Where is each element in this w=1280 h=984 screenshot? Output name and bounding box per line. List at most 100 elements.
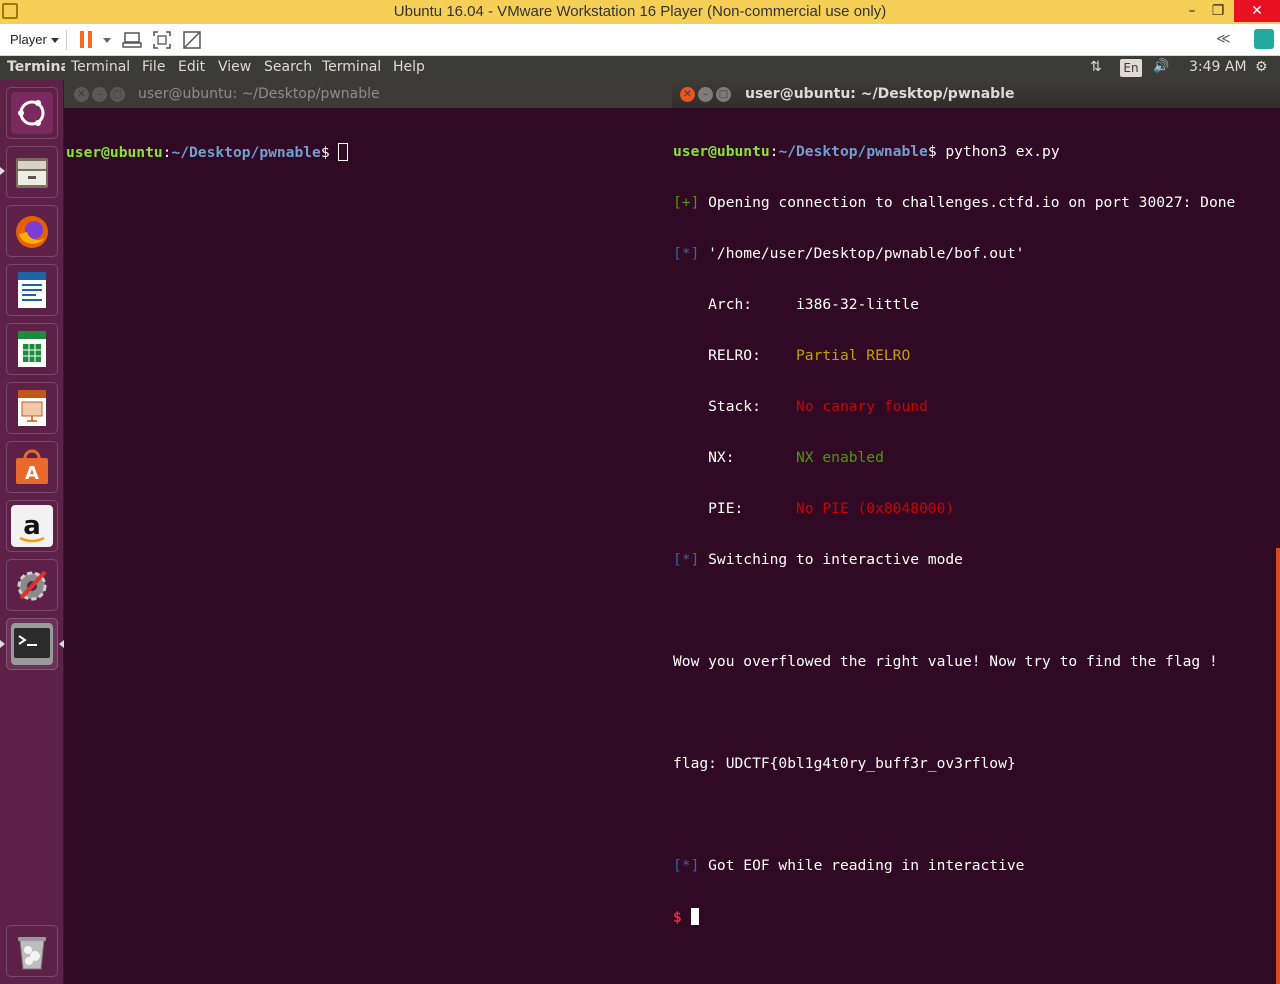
output-line: [*] Switching to interactive mode xyxy=(673,551,1280,568)
keyboard-language-indicator[interactable]: En xyxy=(1120,59,1142,77)
prompt-path: ~/Desktop/pwnable xyxy=(171,144,321,161)
window-title: Ubuntu 16.04 - VMware Workstation 16 Pla… xyxy=(393,3,887,20)
player-menu-button[interactable]: Player xyxy=(10,32,59,47)
menu-help[interactable]: Help xyxy=(393,59,425,75)
scrollbar-edge[interactable] xyxy=(1276,548,1280,984)
volume-icon[interactable]: 🔊 xyxy=(1153,59,1169,74)
checksec-label: Stack: xyxy=(673,398,797,415)
send-ctrl-alt-del-icon[interactable] xyxy=(122,30,142,50)
chevron-down-icon xyxy=(50,38,59,44)
running-indicator xyxy=(0,167,5,175)
vmware-title-bar: Ubuntu 16.04 - VMware Workstation 16 Pla… xyxy=(0,0,1280,24)
prompt-path: ~/Desktop/pwnable xyxy=(778,143,928,160)
terminal-output[interactable]: user@ubuntu:~/Desktop/pwnable$ xyxy=(66,109,672,984)
amazon-icon: a xyxy=(11,505,53,547)
launcher-firefox[interactable] xyxy=(6,205,58,257)
terminal-maximize-button[interactable]: □ xyxy=(110,87,125,102)
command-line: user@ubuntu:~/Desktop/pwnable$ python3 e… xyxy=(673,143,1060,160)
output-text: Got EOF while reading in interactive xyxy=(699,857,1025,874)
running-indicator xyxy=(0,640,5,648)
launcher-files[interactable] xyxy=(6,146,58,198)
firefox-icon xyxy=(11,210,53,252)
terminal-window-right[interactable]: ✕ – □ user@ubuntu: ~/Desktop/pwnable use… xyxy=(672,80,1280,984)
menu-file[interactable]: File xyxy=(142,59,165,75)
close-button[interactable]: ✕ xyxy=(1234,0,1280,22)
launcher-system-settings[interactable] xyxy=(6,559,58,611)
menu-terminal-2[interactable]: Terminal xyxy=(322,59,381,75)
terminal-titlebar[interactable]: ✕ – □ user@ubuntu: ~/Desktop/pwnable xyxy=(672,80,1280,108)
writer-icon xyxy=(11,269,53,311)
status-tag: [+] xyxy=(673,194,700,211)
launcher-software-center[interactable]: A xyxy=(6,441,58,493)
vmware-toolbar: Player ≪ xyxy=(0,24,1280,56)
clock[interactable]: 3:49 AM xyxy=(1189,59,1247,75)
launcher-terminal[interactable] xyxy=(6,618,58,670)
impress-icon xyxy=(11,387,53,429)
command-text: $ python3 ex.py xyxy=(927,143,1060,160)
unity-mode-icon[interactable] xyxy=(182,30,202,50)
checksec-value: No canary found xyxy=(796,398,928,415)
output-text: Switching to interactive mode xyxy=(699,551,963,568)
status-tag: [*] xyxy=(673,857,700,874)
menu-search[interactable]: Search xyxy=(264,59,312,75)
ubuntu-top-panel: Terminal Terminal File Edit View Search … xyxy=(0,56,1280,80)
flag-line: flag: UDCTF{0bl1g4t0ry_buff3r_ov3rflow} xyxy=(673,755,1016,772)
menu-view[interactable]: View xyxy=(218,59,251,75)
terminal-title: user@ubuntu: ~/Desktop/pwnable xyxy=(138,86,380,102)
checksec-relro: RELRO: Partial RELRO xyxy=(673,347,1280,364)
checksec-label: Arch: xyxy=(673,296,797,313)
power-options-chevron-icon[interactable] xyxy=(103,38,111,43)
terminal-close-button[interactable]: ✕ xyxy=(680,87,695,102)
terminal-output[interactable]: user@ubuntu:~/Desktop/pwnable$ python3 e… xyxy=(673,109,1280,984)
launcher-calc[interactable] xyxy=(6,323,58,375)
terminal-titlebar[interactable]: ✕ – □ user@ubuntu: ~/Desktop/pwnable xyxy=(64,80,672,108)
launcher-impress[interactable] xyxy=(6,382,58,434)
terminal-minimize-button[interactable]: – xyxy=(92,87,107,102)
terminal-title: user@ubuntu: ~/Desktop/pwnable xyxy=(745,86,1015,102)
output-text: '/home/user/Desktop/pwnable/bof.out' xyxy=(699,245,1025,262)
status-tag: [*] xyxy=(673,551,700,568)
ubuntu-dash-icon xyxy=(11,92,53,134)
interactive-prompt: $ xyxy=(673,908,1280,926)
player-menu-label: Player xyxy=(10,32,47,47)
output-text: Opening connection to challenges.ctfd.io… xyxy=(699,194,1236,211)
output-line: [+] Opening connection to challenges.ctf… xyxy=(673,194,1280,211)
output-line: Wow you overflowed the right value! Now … xyxy=(673,653,1218,670)
terminal-window-left[interactable]: ✕ – □ user@ubuntu: ~/Desktop/pwnable use… xyxy=(64,80,672,984)
checksec-pie: PIE: No PIE (0x8048000) xyxy=(673,500,1280,517)
checksec-value: No PIE (0x8048000) xyxy=(796,500,955,517)
svg-text:A: A xyxy=(25,463,39,484)
settings-gear-icon[interactable]: ⚙ xyxy=(1255,59,1268,75)
restore-button[interactable]: ❐ xyxy=(1204,0,1232,22)
text-cursor xyxy=(338,143,349,161)
trash-icon xyxy=(11,930,53,972)
output-line: [*] Got EOF while reading in interactive xyxy=(673,857,1280,874)
toolbar-divider xyxy=(66,30,67,50)
checksec-label: NX: xyxy=(673,449,797,466)
terminal-maximize-button[interactable]: □ xyxy=(716,87,731,102)
message-log-icon[interactable] xyxy=(1254,29,1274,49)
menu-edit[interactable]: Edit xyxy=(178,59,205,75)
terminal-minimize-button[interactable]: – xyxy=(698,87,713,102)
checksec-label: PIE: xyxy=(673,500,797,517)
terminal-close-button[interactable]: ✕ xyxy=(74,87,89,102)
collapse-toolbar-icon[interactable]: ≪ xyxy=(1216,31,1231,47)
minimize-button[interactable]: – xyxy=(1178,0,1206,22)
launcher-dash[interactable] xyxy=(6,87,58,139)
launcher-trash[interactable] xyxy=(6,925,58,977)
prompt-user: user@ubuntu xyxy=(66,144,163,161)
checksec-value: NX enabled xyxy=(796,449,884,466)
terminal-icon xyxy=(11,623,53,665)
prompt-symbol: $ xyxy=(320,144,339,161)
fullscreen-icon[interactable] xyxy=(152,30,172,50)
status-tag: [*] xyxy=(673,245,700,262)
launcher-amazon[interactable]: a xyxy=(6,500,58,552)
menu-terminal[interactable]: Terminal xyxy=(71,59,130,75)
prompt-user: user@ubuntu xyxy=(673,143,770,160)
files-icon xyxy=(11,151,53,193)
launcher-writer[interactable] xyxy=(6,264,58,316)
pause-button[interactable] xyxy=(80,31,93,48)
network-icon[interactable]: ⇅ xyxy=(1090,59,1102,75)
